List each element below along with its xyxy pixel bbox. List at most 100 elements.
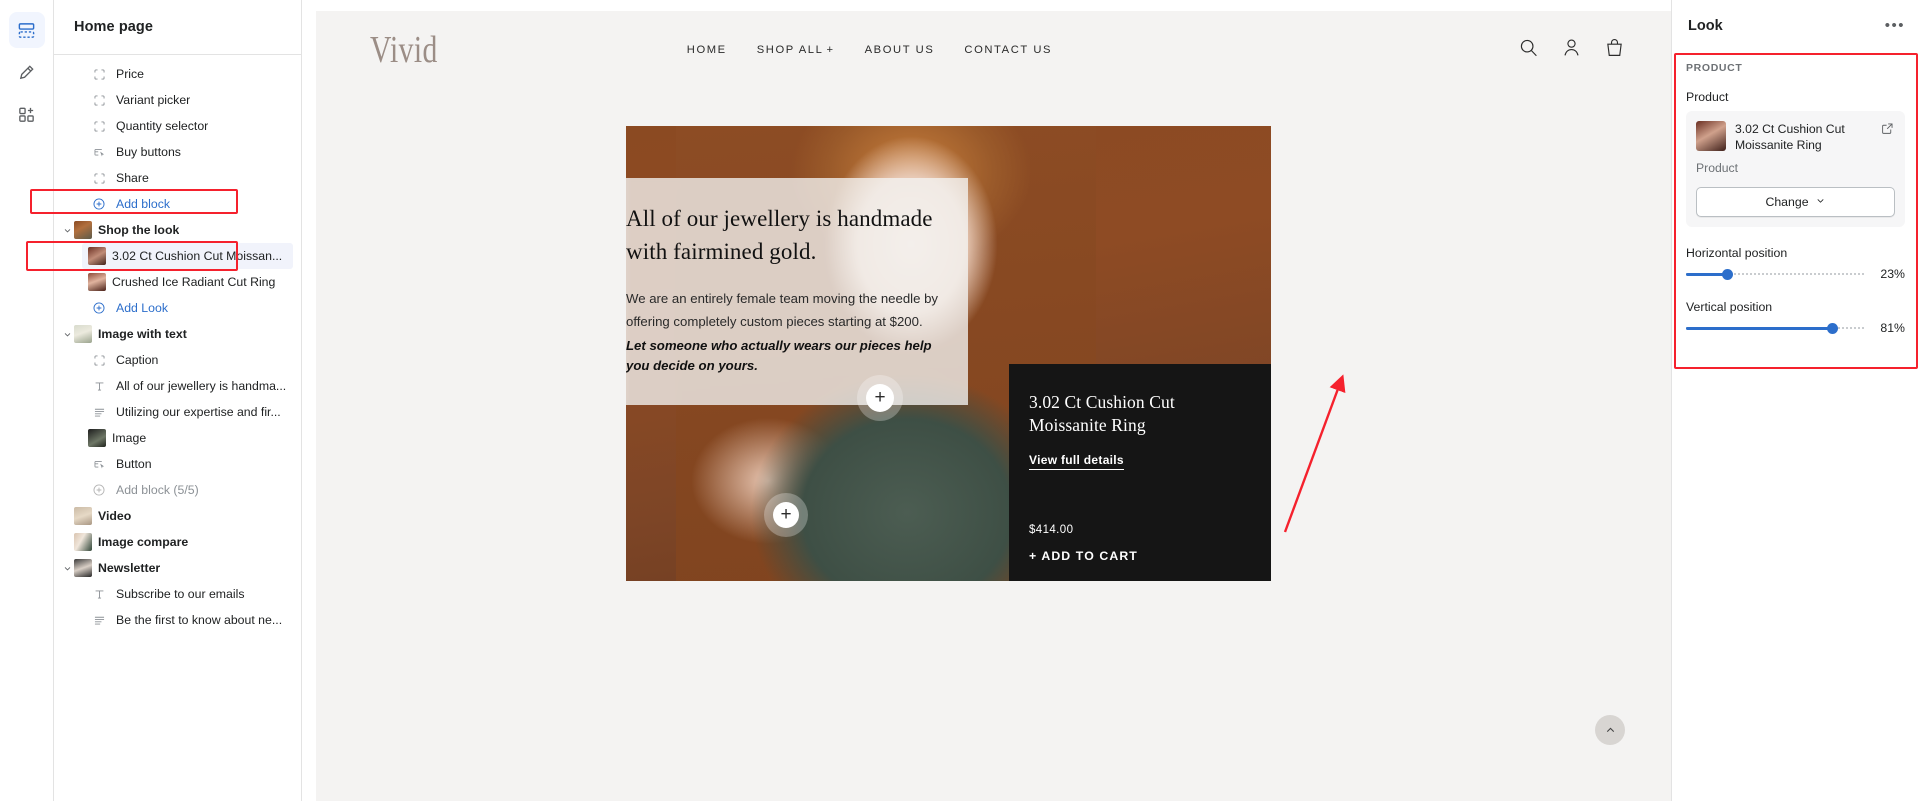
selected-product-card: 3.02 Ct Cushion Cut Moissanite Ring Prod… [1686,111,1905,228]
add-look-button[interactable]: Add Look [54,295,301,321]
tree-item-label: Utilizing our expertise and fir... [116,405,281,419]
tree-item-label: Image compare [98,535,189,549]
store-logo[interactable]: Vivid [370,28,438,72]
tree-block-be-the-first-to-know-about-ne[interactable]: Be the first to know about ne... [54,607,301,633]
view-full-details-link[interactable]: View full details [1029,453,1124,470]
plus-icon: + [780,504,792,525]
tree-section-newsletter[interactable]: Newsletter [54,555,301,581]
nav-item-home[interactable]: HOME [687,44,727,56]
tree-item-label: Variant picker [116,93,191,107]
tree-item-label: Be the first to know about ne... [116,613,283,627]
tree-block-share[interactable]: Share [54,165,301,191]
tree-item-label: Price [116,67,145,81]
storefront-preview: Vivid HOME SHOP ALL + ABOUT US CONTACT U… [316,11,1671,801]
cart-icon[interactable] [1604,37,1625,63]
tree-block-image[interactable]: Image [54,425,301,451]
horizontal-position-setting: Horizontal position 23% [1686,246,1905,281]
product-card-price: $414.00 [1029,524,1074,536]
tree-block-all-of-our-jewellery-is-handma[interactable]: All of our jewellery is handma... [54,373,301,399]
tree-section-image-with-text[interactable]: Image with text [54,321,301,347]
tree-item-label: Share [116,171,149,185]
tree-section-shop-the-look[interactable]: Shop the look [54,217,301,243]
change-product-button[interactable]: Change [1696,187,1895,218]
horizontal-position-label: Horizontal position [1686,246,1788,261]
paragraph-icon [88,611,110,629]
tree-item-label: Shop the look [98,223,180,237]
scroll-to-top-button[interactable] [1595,715,1625,745]
tree-item-3-02-ct-cushion-cut-moissan[interactable]: 3.02 Ct Cushion Cut Moissan... [82,243,293,269]
section-tree: Price Variant picker Quantity selector Buy … [54,55,301,801]
chevron-down-icon [1815,195,1826,209]
chevron-down-icon[interactable] [60,225,74,236]
tree-item-label: Video [98,509,132,523]
product-name: 3.02 Ct Cushion Cut Moissanite Ring [1735,122,1845,153]
add-to-cart-button[interactable]: + ADD TO CART [1029,549,1138,563]
vertical-position-label: Vertical position [1686,300,1773,315]
product-group-label: PRODUCT [1686,62,1743,74]
tree-block-utilizing-our-expertise-and-fir[interactable]: Utilizing our expertise and fir... [54,399,301,425]
tree-block-price[interactable]: Price [54,61,301,87]
nav-label: CONTACT US [964,44,1053,56]
look-hotspot-1[interactable]: + [866,384,894,412]
tree-item-label: Caption [116,353,159,367]
tree-item-label: Add block (5/5) [116,483,199,497]
plus-icon: + [826,44,835,56]
chevron-down-icon[interactable] [60,563,74,574]
theme-settings-icon[interactable] [9,54,45,90]
sections-sidebar: Home page Price Variant picker Quantity se… [26,0,302,801]
inspector-header: Look ••• [1672,0,1919,52]
store-header: Vivid HOME SHOP ALL + ABOUT US CONTACT U… [316,11,1671,89]
slider-fill [1686,327,1832,331]
tree-block-subscribe-to-our-emails[interactable]: Subscribe to our emails [54,581,301,607]
section-thumbnail [74,533,92,551]
search-icon[interactable] [1518,37,1539,63]
chevron-down-icon[interactable] [60,329,74,340]
account-icon[interactable] [1561,37,1582,63]
add-block-button-disabled[interactable]: Add block (5/5) [54,477,301,503]
section-thumbnail [74,325,92,343]
tree-item-label: Add block [116,197,171,211]
vertical-position-slider[interactable] [1686,321,1866,335]
theme-editor-window: Home page Price Variant picker Quantity se… [0,0,1919,801]
hero-paragraph: We are an entirely female team moving th… [626,290,939,330]
plus-circle-icon [88,481,110,499]
store-header-icons [1518,37,1625,63]
tree-section-video[interactable]: Video [54,503,301,529]
tree-section-image-compare[interactable]: Image compare [54,529,301,555]
image-with-text-overlay: All of our jewellery is handmade with fa… [626,178,968,405]
nav-item-about-us[interactable]: ABOUT US [865,44,935,56]
tree-item-label: Image with text [98,327,187,341]
external-link-icon[interactable] [1881,122,1895,140]
tree-item-label: All of our jewellery is handma... [116,379,287,393]
plus-circle-icon [88,195,110,213]
hero-heading: All of our jewellery is handmade with fa… [626,206,933,265]
preview-canvas: Vivid HOME SHOP ALL + ABOUT US CONTACT U… [302,0,1671,801]
tree-item-label: Crushed Ice Radiant Cut Ring [112,275,276,289]
nav-label: SHOP ALL [756,44,824,56]
nav-label: ABOUT US [864,44,935,56]
add-block-button[interactable]: Add block [54,191,301,217]
horizontal-position-slider[interactable] [1686,267,1866,281]
product-subtitle: Product [1696,161,1739,176]
sidebar-header: Home page [54,0,301,55]
tree-item-crushed-ice-radiant-cut-ring[interactable]: Crushed Ice Radiant Cut Ring [54,269,301,295]
tree-block-variant-picker[interactable]: Variant picker [54,87,301,113]
look-hotspot-2[interactable]: + [773,502,799,528]
tree-block-button[interactable]: Button [54,451,301,477]
apps-icon[interactable] [9,96,45,132]
slider-knob[interactable] [1826,323,1838,335]
hero-emphasis: Let someone who actually wears our piece… [626,337,932,374]
tree-block-caption[interactable]: Caption [54,347,301,373]
slider-knob[interactable] [1722,269,1734,281]
tree-block-buy-buttons[interactable]: Buy buttons [54,139,301,165]
inspector-body: PRODUCT Product 3.02 Ct Cushion Cut Mois… [1672,52,1919,335]
nav-item-contact-us[interactable]: CONTACT US [964,44,1052,56]
tree-item-label: 3.02 Ct Cushion Cut Moissan... [112,249,283,263]
look-product-card: 3.02 Ct Cushion Cut Moissanite Ring View… [1009,364,1271,581]
more-options-icon[interactable]: ••• [1885,18,1905,33]
change-button-label: Change [1765,195,1809,210]
sections-icon[interactable] [8,12,45,48]
nav-item-shop-all[interactable]: SHOP ALL + [757,44,835,56]
tree-block-quantity-selector[interactable]: Quantity selector [54,113,301,139]
section-thumbnail [74,507,92,525]
